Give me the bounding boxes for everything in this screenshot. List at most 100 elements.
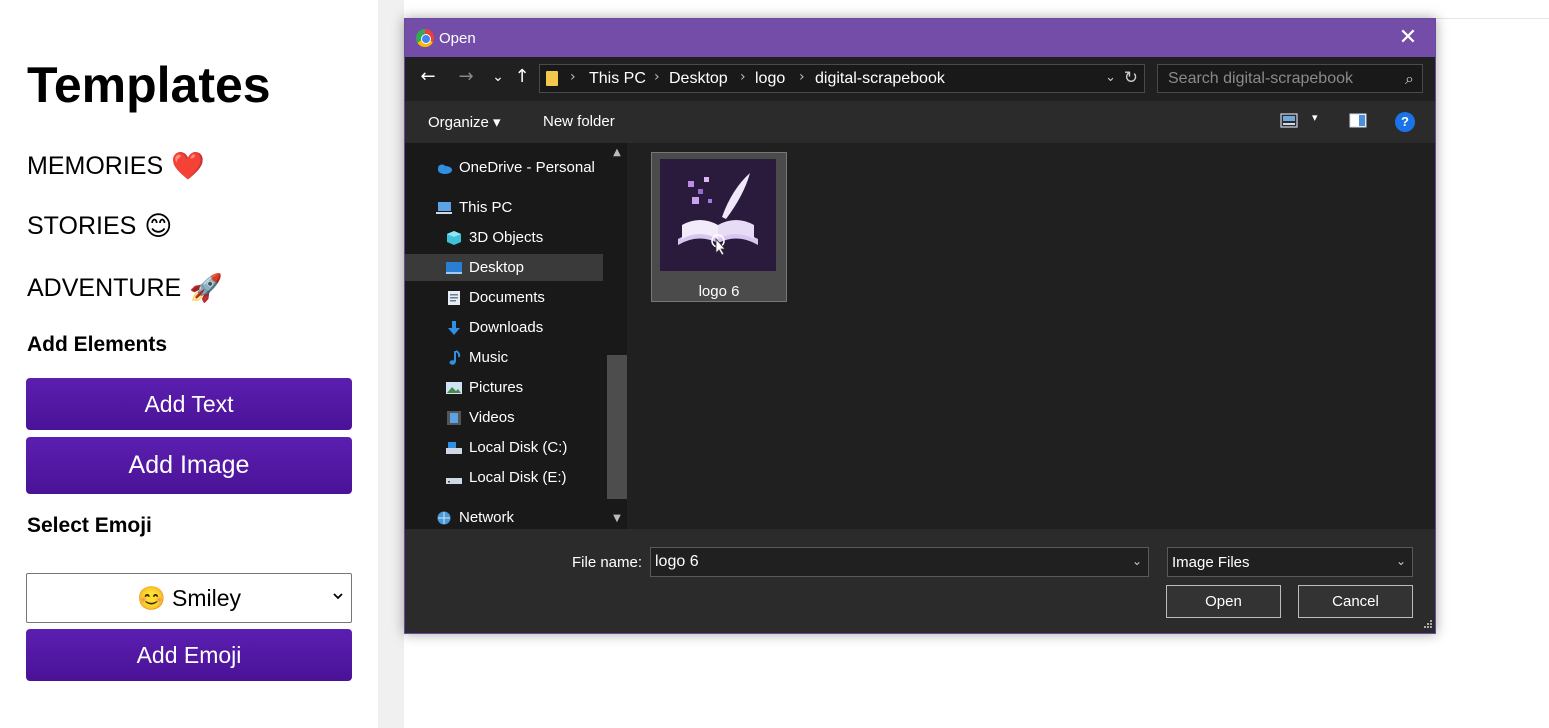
nav-item-label: OneDrive - Personal [459,159,595,176]
nav-item-label: Desktop [469,259,525,276]
nav-item-label: Network [459,509,515,526]
address-bar[interactable]: › This PC › Desktop › logo › digital-scr… [539,64,1145,93]
dialog-titlebar[interactable]: Open ✕ [405,19,1435,57]
nav-item-label: Videos [469,409,515,426]
search-box[interactable]: ⌕ [1157,64,1423,93]
navigation-pane: OneDrive - Personal This PC 3D Objects D… [405,143,627,529]
nav-item-network[interactable]: Network [435,504,607,529]
close-icon[interactable]: ✕ [1395,25,1421,51]
sidebar-divider [378,0,404,728]
nav-item-label: Local Disk (E:) [469,469,567,486]
new-folder-button[interactable]: New folder [543,113,615,130]
template-label: MEMORIES [27,151,164,180]
open-file-dialog: Open ✕ ← → ⌄ ↑ › This PC › Desktop › log… [404,18,1436,634]
breadcrumb-digital-scrapebook[interactable]: digital-scrapebook [815,70,945,88]
scroll-down-icon[interactable]: ▼ [607,513,627,524]
documents-icon [448,290,460,305]
chevron-down-icon[interactable]: ⌄ [1105,70,1116,85]
file-item-logo-6[interactable]: logo 6 [651,152,787,302]
disk-icon [446,441,462,454]
scroll-up-icon[interactable]: ▲ [607,147,627,158]
up-arrow-icon[interactable]: ↑ [511,65,533,89]
chevron-right-icon: › [799,69,805,85]
videos-icon [447,410,461,425]
nav-item-local-disk-e[interactable]: Local Disk (E:) [445,464,607,491]
nav-item-label: Pictures [469,379,524,396]
add-emoji-button[interactable]: Add Emoji [26,629,352,681]
network-icon [437,511,451,524]
scrollbar-thumb[interactable] [607,355,627,499]
nav-item-onedrive[interactable]: OneDrive - Personal [435,154,607,181]
chevron-down-icon: ⌄ [1395,554,1406,568]
nav-item-label: 3D Objects [469,229,544,246]
add-text-button[interactable]: Add Text [26,378,352,430]
search-icon: ⌕ [1405,69,1414,88]
help-icon[interactable]: ? [1395,112,1415,132]
nav-item-music[interactable]: Music [445,344,607,371]
add-image-button[interactable]: Add Image [26,437,352,494]
breadcrumb-this-pc[interactable]: This PC [589,70,646,88]
chevron-right-icon: › [740,69,746,85]
nav-item-pictures[interactable]: Pictures [445,374,607,401]
forward-arrow-icon[interactable]: → [455,65,477,89]
organize-button[interactable]: Organize ▾ [428,113,501,131]
chevron-right-icon: › [570,69,576,85]
back-arrow-icon[interactable]: ← [417,65,439,89]
file-list-pane: logo 6 [627,143,1435,529]
select-emoji-title: Select Emoji [27,514,152,537]
folder-icon [546,71,558,86]
smiley-icon: 😊 [144,211,173,242]
navigation-bar: ← → ⌄ ↑ › This PC › Desktop › logo › dig… [405,57,1435,101]
image-thumbnail-icon [660,159,776,271]
disk-icon [446,477,462,484]
file-name-label: logo 6 [698,283,740,300]
nav-item-documents[interactable]: Documents [445,284,607,311]
chevron-right-icon: › [654,69,660,85]
preview-pane-icon[interactable] [1349,113,1367,128]
view-options-caret-icon[interactable]: ▾ [1312,111,1318,124]
emoji-select-value: 😊 Smiley [136,584,242,611]
chevron-down-icon[interactable]: ⌄ [1132,554,1142,568]
downloads-icon [448,320,460,335]
computer-icon [436,201,452,214]
nav-item-label: Local Disk (C:) [469,439,568,456]
nav-item-videos[interactable]: Videos [445,404,607,431]
nav-item-desktop[interactable]: Desktop [405,254,603,281]
refresh-icon[interactable]: ↻ [1124,68,1138,88]
template-label: ADVENTURE [27,273,182,302]
change-view-icon[interactable] [1280,113,1298,128]
dialog-title: Open [439,30,476,47]
heart-icon: ❤️ [171,151,205,182]
template-adventure[interactable]: ADVENTURE 🚀 [27,272,223,304]
file-type-select[interactable]: Image Files ⌄ [1167,547,1413,577]
rocket-icon: 🚀 [189,273,223,304]
breadcrumb-desktop[interactable]: Desktop [669,70,728,88]
cancel-button[interactable]: Cancel [1298,585,1413,618]
add-elements-title: Add Elements [27,333,168,356]
recent-locations-icon[interactable]: ⌄ [487,65,509,89]
emoji-select[interactable]: 😊 Smiley [26,573,352,623]
file-name-combobox[interactable]: ⌄ [650,547,1149,577]
desktop-icon [446,261,462,274]
file-name-input[interactable] [651,548,1121,576]
templates-title: Templates [27,57,271,113]
nav-item-this-pc[interactable]: This PC [435,194,607,221]
cube-icon [447,230,461,245]
open-button[interactable]: Open [1166,585,1281,618]
pictures-icon [446,381,462,394]
breadcrumb-logo[interactable]: logo [755,70,785,88]
template-stories[interactable]: STORIES 😊 [27,211,172,242]
nav-item-downloads[interactable]: Downloads [445,314,607,341]
nav-item-local-disk-c[interactable]: Local Disk (C:) [445,434,607,461]
nav-item-label: Downloads [469,319,544,336]
nav-item-3d-objects[interactable]: 3D Objects [445,224,607,251]
file-name-field-label: File name: [572,554,643,571]
onedrive-icon [438,164,452,174]
music-icon [449,349,461,365]
template-memories[interactable]: MEMORIES ❤️ [27,150,205,182]
canvas-border [1436,18,1549,19]
resize-grip-icon[interactable] [1421,619,1433,631]
dialog-footer: File name: ⌄ Image Files ⌄ Open Cancel [405,529,1435,633]
nav-item-label: This PC [459,199,513,216]
search-input[interactable] [1158,65,1394,92]
